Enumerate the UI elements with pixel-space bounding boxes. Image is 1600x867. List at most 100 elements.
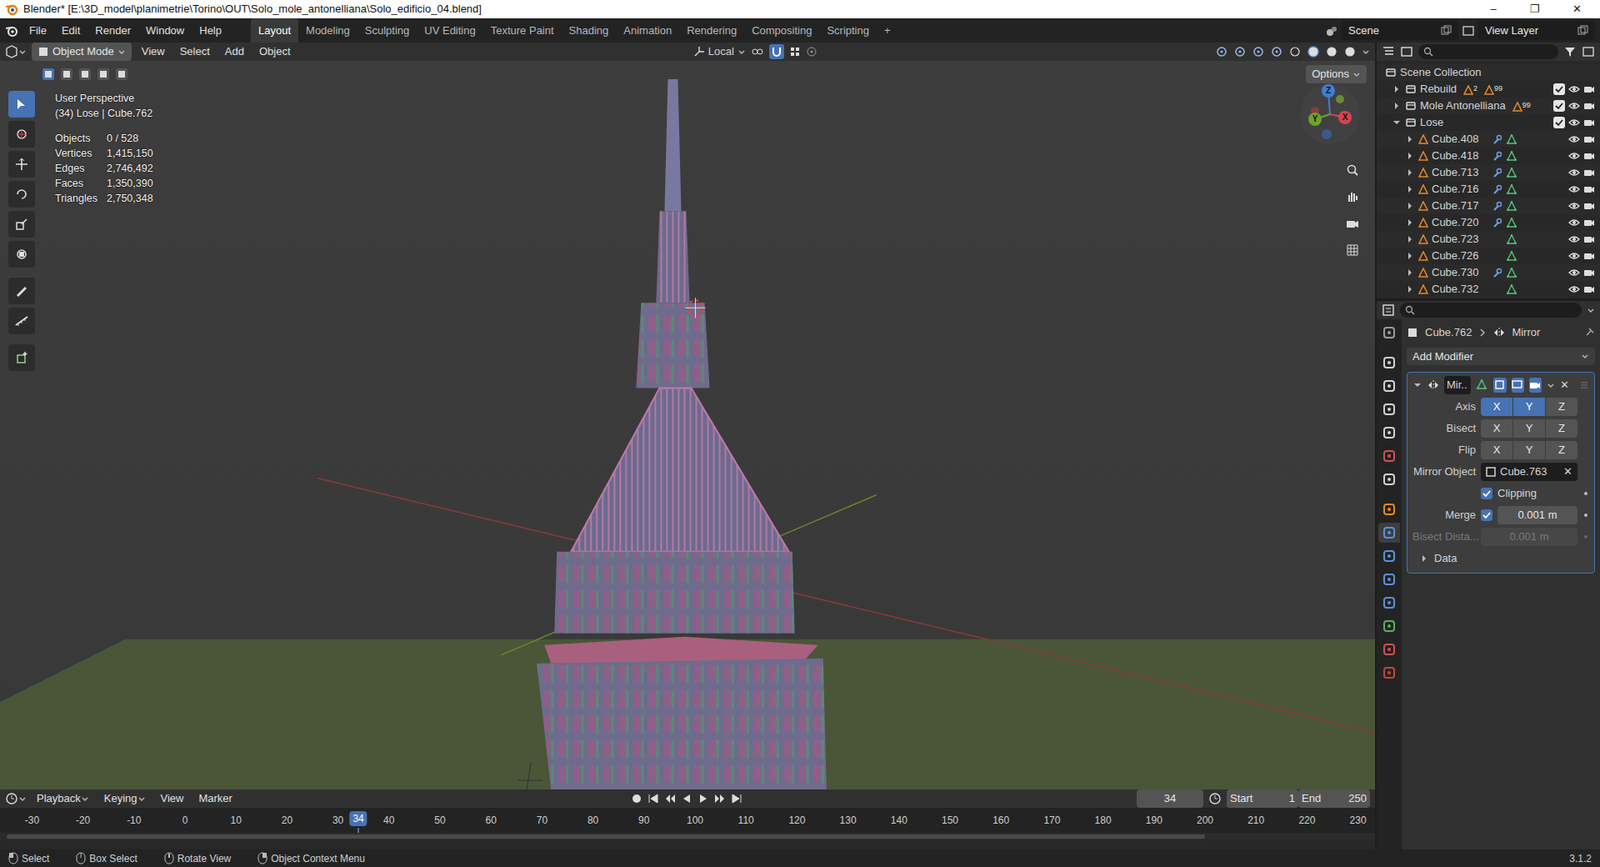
add-modifier-label[interactable]: Add Modifier <box>1412 348 1474 365</box>
merge-distance-field[interactable]: 0.001 m <box>1497 505 1578 525</box>
tool-icon[interactable] <box>15 247 29 261</box>
eye-icon[interactable] <box>1568 150 1580 162</box>
workspace-tab[interactable]: Texture Paint <box>483 18 562 44</box>
close-button[interactable]: ✕ <box>1558 0 1595 18</box>
remove-modifier-button[interactable]: ✕ <box>1560 376 1570 394</box>
tool-icon[interactable] <box>15 314 29 328</box>
expand-arrow-icon[interactable] <box>1405 150 1415 161</box>
mode-label[interactable]: Object Mode <box>52 43 115 60</box>
properties-tab[interactable] <box>1378 375 1400 396</box>
dropdown-caret-icon[interactable] <box>18 47 27 56</box>
camera-icon[interactable] <box>1583 183 1595 195</box>
gizmo-axis-x[interactable]: X <box>1338 110 1352 125</box>
dropdown-caret-icon[interactable] <box>18 794 27 803</box>
pan-hand-icon[interactable] <box>1345 190 1360 204</box>
axis-toggle[interactable]: Y <box>1513 397 1545 416</box>
orientation-icon[interactable] <box>693 45 705 58</box>
axis-toggle[interactable]: Z <box>1545 440 1578 460</box>
property-tab-icon[interactable] <box>1382 425 1396 440</box>
copy-icon[interactable] <box>1440 25 1452 36</box>
eye-icon[interactable] <box>1568 116 1580 129</box>
exclude-checkbox[interactable] <box>1553 83 1565 95</box>
eye-icon[interactable] <box>1568 183 1580 195</box>
axis-toggle[interactable]: Z <box>1545 397 1578 416</box>
mesh-data-icon[interactable] <box>1506 234 1517 245</box>
start-frame-field[interactable]: Start1 <box>1226 789 1299 808</box>
scene-selector-field[interactable]: Scene <box>1341 20 1459 41</box>
pan-hand-button[interactable] <box>1341 185 1364 208</box>
mirror-object-name[interactable]: Cube.763 <box>1500 463 1560 480</box>
property-tab-icon[interactable] <box>1382 572 1396 586</box>
toolbar-tool[interactable] <box>8 120 35 148</box>
data-subpanel[interactable]: Data <box>1412 549 1590 568</box>
toggle-icon[interactable] <box>1511 379 1524 391</box>
collection-name[interactable]: Lose <box>1420 114 1444 131</box>
workspace-tab[interactable]: Sculpting <box>357 18 417 44</box>
mesh-data-icon[interactable] <box>1506 217 1517 228</box>
expand-arrow-icon[interactable] <box>1391 100 1402 111</box>
object-name[interactable]: Cube.730 <box>1431 264 1489 281</box>
wireframe-shading-icon[interactable] <box>1288 45 1302 59</box>
add-modifier-dropdown[interactable]: Add Modifier <box>1406 347 1595 366</box>
eye-icon[interactable] <box>1568 250 1580 262</box>
properties-tab[interactable] <box>1378 322 1400 343</box>
dropdown-caret-icon[interactable] <box>137 794 146 803</box>
viewport-scene[interactable] <box>0 60 1375 790</box>
editor-type-button[interactable] <box>5 45 27 59</box>
realtime-toggle[interactable] <box>1511 377 1525 393</box>
timeline-menu[interactable]: Keying <box>99 789 151 808</box>
eye-icon[interactable] <box>1568 283 1580 295</box>
timeline-editor-button[interactable] <box>5 791 27 805</box>
add-workspace-button[interactable]: + <box>876 18 899 44</box>
mesh-data-icon[interactable] <box>1506 184 1517 195</box>
timeline-menu-label[interactable]: Keying <box>104 790 138 807</box>
jump-start-icon[interactable] <box>647 792 660 805</box>
toolbar-tool[interactable] <box>8 240 35 268</box>
zoom-button[interactable] <box>1341 159 1364 181</box>
overlay-toggle-icon[interactable] <box>1251 45 1265 59</box>
property-tab-icon[interactable] <box>1382 472 1396 486</box>
toolbar-tool[interactable] <box>8 277 35 305</box>
properties-tab[interactable] <box>1378 469 1400 490</box>
camera-icon[interactable] <box>1583 233 1595 245</box>
ortho-grid-icon[interactable] <box>1345 243 1360 257</box>
orientation-label[interactable]: Local <box>708 43 735 60</box>
eye-icon[interactable] <box>1568 200 1580 212</box>
menu-item[interactable]: Edit <box>55 20 86 41</box>
expand-arrow-icon[interactable] <box>1405 234 1415 245</box>
merge-checkbox[interactable] <box>1480 509 1493 521</box>
toolbar-tool[interactable] <box>8 210 35 238</box>
dropdown-caret-icon[interactable] <box>80 794 90 803</box>
camera-icon[interactable] <box>1583 216 1595 229</box>
pin-icon[interactable] <box>1583 326 1595 339</box>
property-tab-icon[interactable] <box>1382 355 1396 370</box>
dropdown-caret-icon[interactable] <box>1352 70 1361 79</box>
modifier-wrench-icon[interactable] <box>1491 150 1502 161</box>
property-tab-icon[interactable] <box>1382 449 1396 463</box>
viewport-editor-icon[interactable] <box>5 45 19 59</box>
object-name[interactable]: Cube.732 <box>1431 280 1489 298</box>
property-tab-icon[interactable] <box>1382 325 1396 340</box>
object-name[interactable]: Cube.726 <box>1431 247 1489 265</box>
blender-menu-icon[interactable] <box>5 23 20 39</box>
material-shading-icon[interactable] <box>1325 45 1339 59</box>
outliner-row[interactable]: Cube.720 <box>1376 214 1600 231</box>
toggle-icon[interactable] <box>1529 379 1541 391</box>
record-icon[interactable] <box>630 792 643 805</box>
workspace-tab[interactable]: Shading <box>561 18 617 44</box>
expand-arrow-icon[interactable] <box>1419 553 1430 564</box>
camera-icon[interactable] <box>1583 266 1595 279</box>
gizmo-axis-y[interactable]: Y <box>1308 112 1322 126</box>
dropdown-caret-icon[interactable] <box>1546 380 1555 390</box>
object-name[interactable]: Cube.418 <box>1431 147 1489 165</box>
eye-icon[interactable] <box>1568 166 1580 179</box>
eye-icon[interactable] <box>1568 266 1580 279</box>
camera-icon[interactable] <box>1583 133 1595 145</box>
mirror-object-field[interactable]: Cube.763✕ <box>1480 462 1578 481</box>
outliner-editor-icon[interactable] <box>1381 45 1395 59</box>
property-tab-icon[interactable] <box>1382 619 1396 633</box>
eye-icon[interactable] <box>1568 133 1580 145</box>
dropdown-caret-icon[interactable] <box>737 47 746 56</box>
outliner-row[interactable]: Rebuild299 <box>1376 80 1600 98</box>
outliner-row[interactable]: Cube.726 <box>1376 247 1600 265</box>
